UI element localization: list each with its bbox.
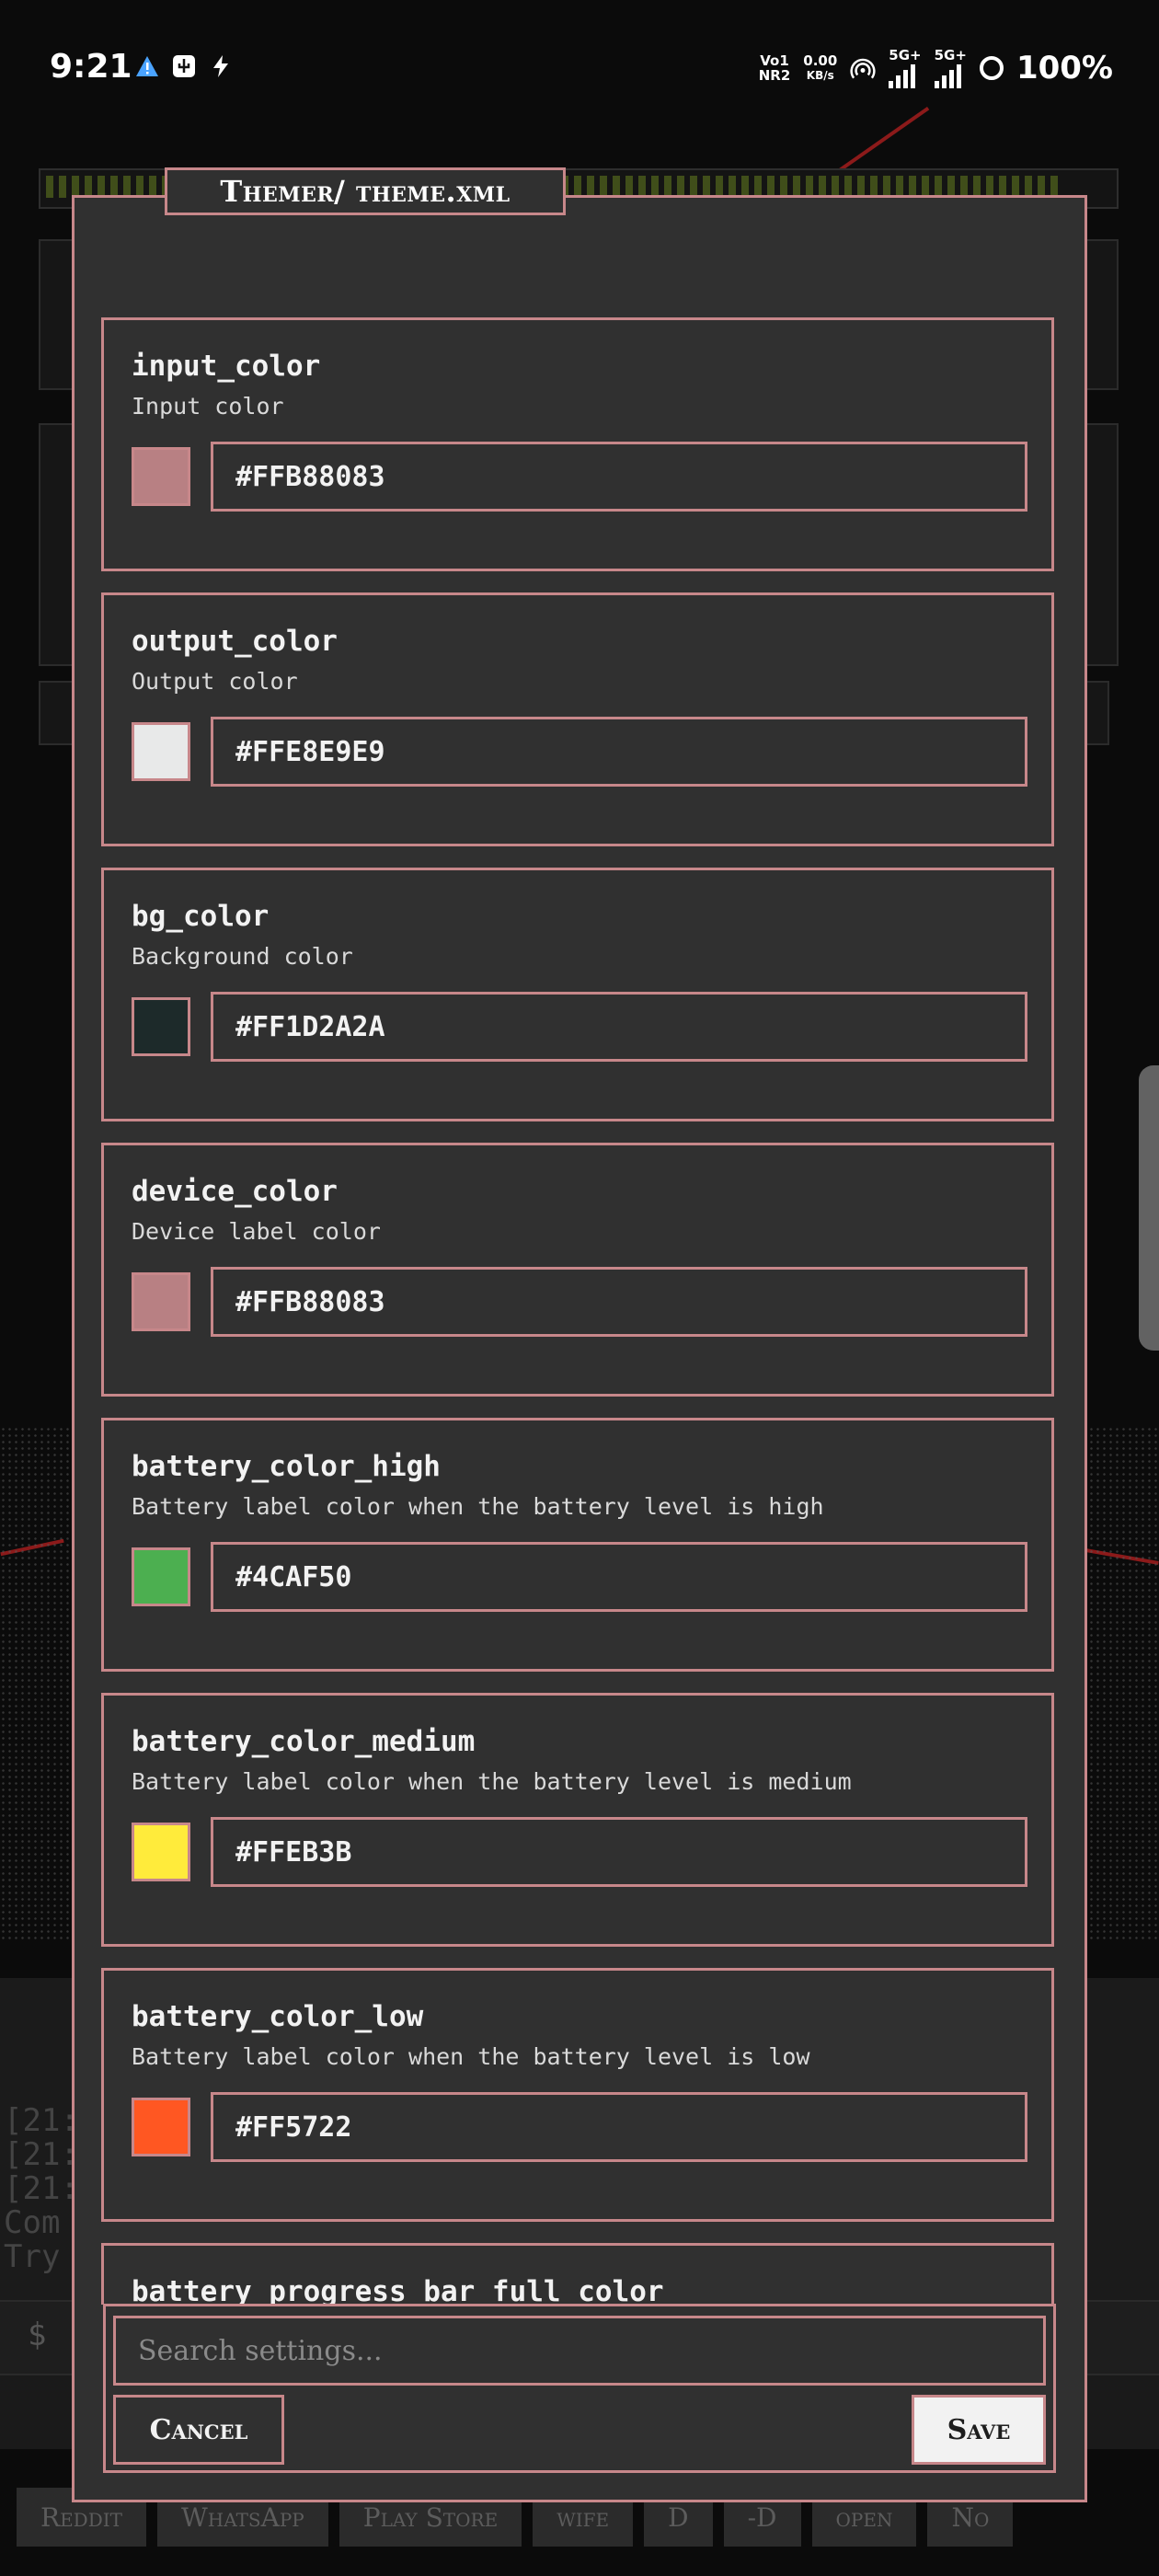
setting-key: input_color [132,350,321,383]
setting-description: Battery label color when the battery lev… [132,1768,852,1795]
color-swatch[interactable] [132,1272,190,1331]
color-value-input[interactable] [211,717,1027,787]
color-swatch[interactable] [132,1823,190,1881]
status-bar: 9:21 Vo1 NR2 0.00 KB/s 5G+ 5G+ 100% [0,0,1159,138]
color-value-input[interactable] [211,1542,1027,1612]
flash-icon [208,53,234,79]
settings-list[interactable]: input_color Input color output_color Out… [101,317,1058,2305]
color-value-input[interactable] [211,992,1027,1062]
setting-description: Background color [132,943,353,970]
color-swatch[interactable] [132,447,190,506]
setting-key: bg_color [132,900,270,933]
save-button[interactable]: Save [912,2395,1046,2465]
setting-card: battery_progress_bar_full_color [101,2243,1054,2305]
setting-card: input_color Input color [101,317,1054,571]
setting-card: device_color Device label color [101,1143,1054,1397]
battery-icon [979,56,1004,80]
alert-icon [134,53,160,79]
status-time: 9:21 [50,48,132,86]
color-value-input[interactable] [211,1817,1027,1887]
setting-key: device_color [132,1175,338,1208]
cancel-button[interactable]: Cancel [113,2395,284,2465]
setting-key: battery_progress_bar_full_color [132,2275,664,2305]
setting-description: Input color [132,393,284,420]
setting-card: battery_color_low Battery label color wh… [101,1968,1054,2222]
signal-sim1: 5G+ [889,48,922,88]
battery-percent: 100% [1016,50,1113,86]
setting-card: output_color Output color [101,592,1054,846]
color-swatch[interactable] [132,722,190,781]
color-value-input[interactable] [211,1267,1027,1337]
setting-key: battery_color_low [132,2000,424,2033]
color-value-input[interactable] [211,442,1027,512]
color-value-input[interactable] [211,2092,1027,2162]
edge-panel-handle[interactable] [1139,1065,1159,1351]
color-swatch[interactable] [132,997,190,1056]
color-swatch[interactable] [132,1547,190,1606]
setting-description: Battery label color when the battery lev… [132,1493,824,1520]
usb-icon [171,53,197,79]
network-speed: 0.00 KB/s [803,52,838,82]
signal-sim2: 5G+ [934,48,967,88]
setting-key: battery_color_high [132,1450,441,1483]
setting-card: bg_color Background color [101,868,1054,1121]
setting-key: output_color [132,625,338,658]
hotspot-icon [850,55,876,81]
setting-card: battery_color_high Battery label color w… [101,1418,1054,1672]
setting-description: Output color [132,668,298,695]
setting-key: battery_color_medium [132,1725,476,1758]
dialog-title: Themer/ theme.xml [165,167,566,215]
setting-card: battery_color_medium Battery label color… [101,1693,1054,1947]
search-input[interactable] [113,2316,1046,2386]
setting-description: Battery label color when the battery lev… [132,2043,810,2070]
volte-indicator: Vo1 NR2 [758,52,791,84]
setting-description: Device label color [132,1218,381,1245]
color-swatch[interactable] [132,2098,190,2156]
dialog-footer: Cancel Save [103,2304,1056,2473]
